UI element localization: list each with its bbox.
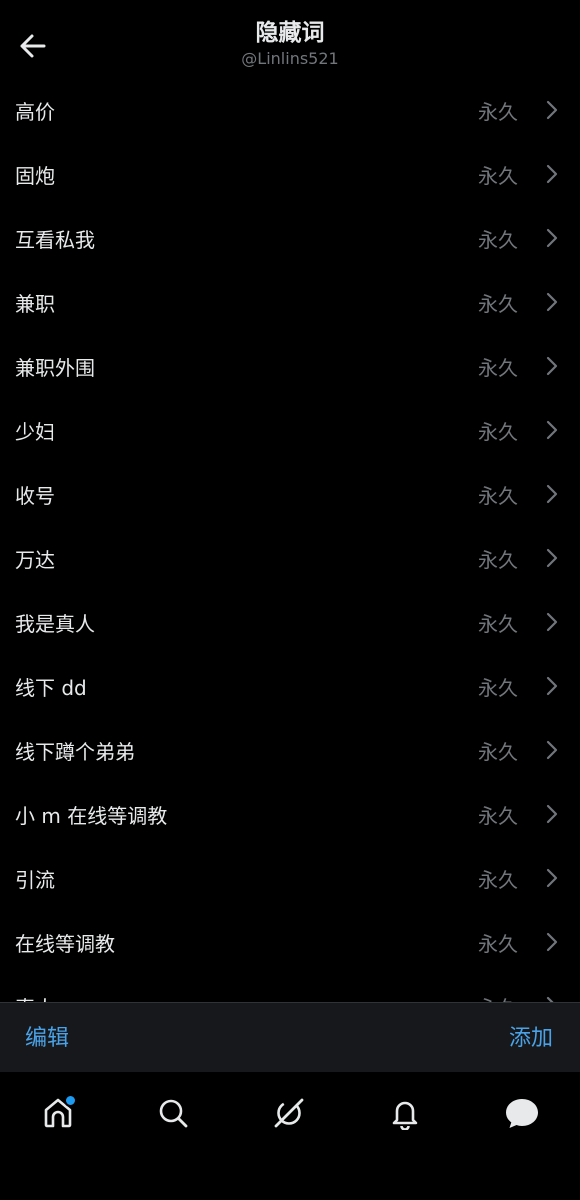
muted-word-label: 真人 <box>15 992 55 1003</box>
chevron-right-icon <box>544 356 560 376</box>
muted-word-label: 少妇 <box>15 419 55 444</box>
muted-words-list: 高价 永久 固炮 永久 互看私我 永久 兼职 永久 兼职外围 永久 少妇 永久 收号 永久 万达 永久 我是真人… <box>0 78 580 1002</box>
muted-words-screen: 隐藏词 @Linlins521 高价 永久 固炮 永久 互看私我 永久 兼职 永久 兼职外围 永久… <box>0 0 580 1200</box>
chevron-right-icon <box>544 420 560 440</box>
muted-word-row[interactable]: 线下蹲个弟弟 永久 <box>0 718 580 782</box>
mute-duration: 永久 <box>478 547 518 572</box>
muted-word-row[interactable]: 互看私我 永久 <box>0 206 580 270</box>
bottom-tab-bar <box>0 1072 580 1200</box>
mute-duration: 永久 <box>478 675 518 700</box>
muted-word-row[interactable]: 在线等调教 永久 <box>0 910 580 974</box>
chat-bubble-icon <box>506 1099 538 1128</box>
title-block: 隐藏词 @Linlins521 <box>0 18 580 70</box>
mute-duration: 永久 <box>478 227 518 252</box>
mute-duration: 永久 <box>478 803 518 828</box>
muted-word-row[interactable]: 我是真人 永久 <box>0 590 580 654</box>
mute-duration: 永久 <box>478 992 518 1003</box>
muted-word-row[interactable]: 引流 永久 <box>0 846 580 910</box>
muted-word-label: 线下 dd <box>15 675 87 700</box>
muted-word-row[interactable]: 万达 永久 <box>0 526 580 590</box>
bell-icon <box>392 1101 418 1130</box>
chevron-right-icon <box>544 548 560 568</box>
chevron-right-icon <box>544 484 560 504</box>
mute-duration: 永久 <box>478 163 518 188</box>
muted-word-label: 兼职 <box>15 291 55 316</box>
mute-duration: 永久 <box>478 867 518 892</box>
mute-duration: 永久 <box>478 419 518 444</box>
tab-search[interactable] <box>143 1088 203 1138</box>
muted-word-label: 高价 <box>15 99 55 124</box>
muted-word-label: 互看私我 <box>15 227 95 252</box>
chevron-right-icon <box>544 932 560 952</box>
muted-word-label: 我是真人 <box>15 611 95 636</box>
muted-word-row[interactable]: 少妇 永久 <box>0 398 580 462</box>
chevron-right-icon <box>544 868 560 888</box>
mute-duration: 永久 <box>478 931 518 956</box>
mute-duration: 永久 <box>478 291 518 316</box>
muted-word-label: 引流 <box>15 867 55 892</box>
chevron-right-icon <box>544 292 560 312</box>
chevron-right-icon <box>544 676 560 696</box>
muted-word-label: 在线等调教 <box>15 931 115 956</box>
chevron-right-icon <box>544 612 560 632</box>
add-button[interactable]: 添加 <box>509 1020 553 1052</box>
chevron-right-icon <box>544 228 560 248</box>
muted-word-label: 收号 <box>15 483 55 508</box>
chevron-right-icon <box>544 164 560 184</box>
chevron-right-icon <box>544 740 560 760</box>
muted-word-row[interactable]: 真人 永久 <box>0 974 580 1002</box>
account-handle: @Linlins521 <box>241 49 339 68</box>
tab-grok[interactable] <box>259 1088 319 1138</box>
grok-icon <box>274 1098 304 1128</box>
tab-notifications[interactable] <box>375 1088 435 1138</box>
mute-duration: 永久 <box>478 483 518 508</box>
muted-word-row[interactable]: 固炮 永久 <box>0 142 580 206</box>
muted-word-row[interactable]: 兼职 永久 <box>0 270 580 334</box>
muted-word-row[interactable]: 兼职外围 永久 <box>0 334 580 398</box>
action-bar: 编辑 添加 <box>0 1002 580 1073</box>
muted-word-label: 兼职外围 <box>15 355 95 380</box>
page-title: 隐藏词 <box>255 20 325 46</box>
chevron-right-icon <box>544 804 560 824</box>
muted-word-row[interactable]: 小 m 在线等调教 永久 <box>0 782 580 846</box>
edit-button[interactable]: 编辑 <box>25 1020 69 1052</box>
muted-word-row[interactable]: 线下 dd 永久 <box>0 654 580 718</box>
home-notification-dot <box>64 1094 77 1107</box>
muted-word-row[interactable]: 高价 永久 <box>0 78 580 142</box>
tab-home[interactable] <box>28 1088 88 1138</box>
mute-duration: 永久 <box>478 99 518 124</box>
chevron-right-icon <box>544 100 560 120</box>
muted-word-label: 线下蹲个弟弟 <box>15 739 135 764</box>
tab-messages[interactable] <box>492 1088 552 1138</box>
muted-word-label: 固炮 <box>15 163 55 188</box>
search-icon <box>159 1099 188 1128</box>
muted-word-row[interactable]: 收号 永久 <box>0 462 580 526</box>
mute-duration: 永久 <box>478 611 518 636</box>
top-header: 隐藏词 @Linlins521 <box>0 0 580 78</box>
muted-word-label: 万达 <box>15 547 55 572</box>
muted-word-label: 小 m 在线等调教 <box>15 803 168 828</box>
mute-duration: 永久 <box>478 355 518 380</box>
mute-duration: 永久 <box>478 739 518 764</box>
